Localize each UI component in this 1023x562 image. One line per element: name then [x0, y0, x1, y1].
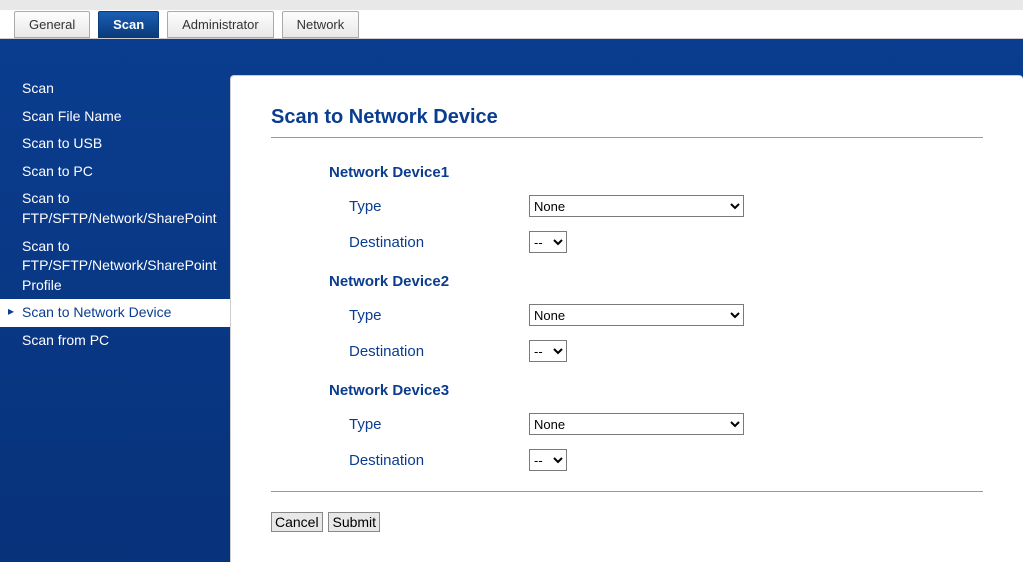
- cancel-button[interactable]: Cancel: [271, 512, 323, 532]
- device2-type-label: Type: [349, 307, 529, 324]
- device3-type-label: Type: [349, 416, 529, 433]
- device-heading-2: Network Device2: [329, 273, 983, 290]
- sidebar-item-scan[interactable]: Scan: [0, 75, 230, 103]
- device3-type-select[interactable]: None: [529, 413, 744, 435]
- tab-network[interactable]: Network: [282, 11, 360, 38]
- tabs-row: General Scan Administrator Network: [0, 10, 1023, 39]
- device1-type-select[interactable]: None: [529, 195, 744, 217]
- main-area: Scan Scan File Name Scan to USB Scan to …: [0, 39, 1023, 562]
- device2-dest-select[interactable]: --: [529, 340, 567, 362]
- device-section-3: Network Device3 Type None Destination --: [329, 382, 983, 471]
- page-title: Scan to Network Device: [271, 106, 983, 129]
- device2-type-select[interactable]: None: [529, 304, 744, 326]
- device1-dest-select[interactable]: --: [529, 231, 567, 253]
- device3-dest-row: Destination --: [349, 449, 983, 471]
- device3-dest-label: Destination: [349, 452, 529, 469]
- sidebar: Scan Scan File Name Scan to USB Scan to …: [0, 39, 230, 562]
- device1-type-label: Type: [349, 198, 529, 215]
- sidebar-item-scan-to-ftp[interactable]: Scan to FTP/SFTP/Network/SharePoint: [0, 185, 230, 232]
- top-bar: [0, 0, 1023, 10]
- sidebar-item-scan-to-network-device[interactable]: Scan to Network Device: [0, 299, 230, 327]
- tab-general[interactable]: General: [14, 11, 90, 38]
- device-heading-1: Network Device1: [329, 164, 983, 181]
- device-heading-3: Network Device3: [329, 382, 983, 399]
- sidebar-item-scan-from-pc[interactable]: Scan from PC: [0, 327, 230, 355]
- device1-dest-label: Destination: [349, 234, 529, 251]
- content-wrap: Scan to Network Device Network Device1 T…: [230, 39, 1023, 562]
- title-divider: [271, 137, 983, 138]
- action-bar: Cancel Submit: [271, 512, 983, 532]
- device1-type-row: Type None: [349, 195, 983, 217]
- bottom-divider: [271, 491, 983, 492]
- device2-type-row: Type None: [349, 304, 983, 326]
- sidebar-item-scan-to-usb[interactable]: Scan to USB: [0, 130, 230, 158]
- submit-button[interactable]: Submit: [328, 512, 380, 532]
- device2-dest-label: Destination: [349, 343, 529, 360]
- device3-type-row: Type None: [349, 413, 983, 435]
- sidebar-item-scan-to-pc[interactable]: Scan to PC: [0, 158, 230, 186]
- tab-scan[interactable]: Scan: [98, 11, 159, 38]
- device2-dest-row: Destination --: [349, 340, 983, 362]
- sidebar-item-scan-file-name[interactable]: Scan File Name: [0, 103, 230, 131]
- device1-dest-row: Destination --: [349, 231, 983, 253]
- device-section-2: Network Device2 Type None Destination --: [329, 273, 983, 362]
- device3-dest-select[interactable]: --: [529, 449, 567, 471]
- content-panel: Scan to Network Device Network Device1 T…: [230, 75, 1023, 562]
- tab-administrator[interactable]: Administrator: [167, 11, 274, 38]
- sidebar-item-scan-to-ftp-profile[interactable]: Scan to FTP/SFTP/Network/SharePoint Prof…: [0, 233, 230, 300]
- device-section-1: Network Device1 Type None Destination --: [329, 164, 983, 253]
